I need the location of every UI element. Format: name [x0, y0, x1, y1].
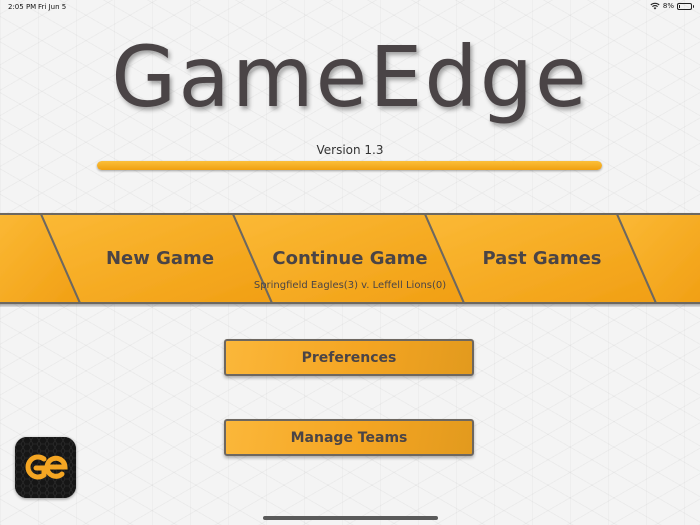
status-time: 2:05 PM [8, 3, 37, 11]
app-title: GameEdge [111, 28, 589, 126]
status-bar: 2:05 PM Fri Jun 5 8% [0, 0, 700, 14]
battery-icon [677, 2, 694, 10]
battery-level-fill [679, 4, 680, 8]
main-menu-band: New Game Continue Game Springfield Eagle… [0, 212, 700, 307]
new-game-button[interactable]: New Game [80, 248, 240, 269]
manage-teams-button[interactable]: Manage Teams [224, 419, 474, 456]
version-label: Version 1.3 [316, 143, 384, 157]
past-games-button[interactable]: Past Games [457, 248, 627, 269]
battery-percent: 8% [662, 2, 674, 10]
gameedge-logo [15, 437, 76, 498]
wifi-icon [650, 2, 660, 10]
home-indicator[interactable] [263, 516, 438, 520]
continue-game-subtitle: Springfield Eagles(3) v. Leffell Lions(0… [253, 280, 447, 291]
status-indicators: 8% [650, 2, 694, 10]
status-date: Fri Jun 5 [38, 3, 67, 11]
gameedge-logo-graphic [15, 437, 76, 498]
continue-game-button[interactable]: Continue Game [250, 248, 450, 269]
progress-fill [97, 161, 602, 170]
preferences-button[interactable]: Preferences [224, 339, 474, 376]
loading-progress-bar [97, 161, 602, 170]
